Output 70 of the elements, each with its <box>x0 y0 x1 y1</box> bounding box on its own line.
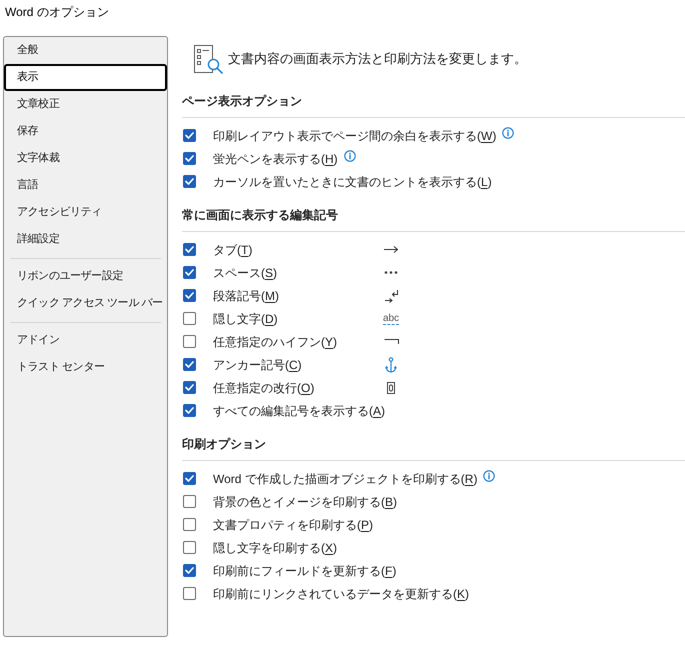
checkbox-label[interactable]: 印刷レイアウト表示でページ間の余白を表示する(W) <box>213 126 496 144</box>
checkbox[interactable] <box>183 243 196 256</box>
sidebar-item[interactable]: 言語 <box>4 172 167 199</box>
checkbox-label[interactable]: 蛍光ペンを表示する(H) <box>213 150 338 168</box>
checkbox-label[interactable]: Word で作成した描画オブジェクトを印刷する(R) <box>213 470 478 488</box>
checkbox-label[interactable]: 段落記号(M) <box>213 286 279 304</box>
checkbox-label[interactable]: すべての編集記号を表示する(A) <box>213 402 386 420</box>
description-text: 文書内容の画面表示方法と印刷方法を変更します。 <box>228 50 527 68</box>
checkbox[interactable] <box>183 381 196 394</box>
sidebar-item[interactable]: アクセシビリティ <box>4 199 167 226</box>
checkbox[interactable] <box>183 175 196 188</box>
checkbox-label[interactable]: 任意指定のハイフン(Y) <box>213 332 338 350</box>
checkbox-label[interactable]: カーソルを置いたときに文書のヒントを表示する(L) <box>213 172 492 190</box>
checkbox-label[interactable]: アンカー記号(C) <box>213 356 302 374</box>
sidebar-item[interactable]: 文字体裁 <box>4 145 167 172</box>
boxed-zero-icon <box>387 382 395 394</box>
sidebar-item[interactable]: 文章校正 <box>4 91 167 118</box>
checkmark-icon <box>185 567 194 574</box>
checkmark-icon <box>185 155 194 162</box>
sidebar-item[interactable]: 保存 <box>4 118 167 145</box>
checkmark-icon <box>185 246 194 253</box>
checkbox[interactable] <box>183 312 196 325</box>
checkbox-label[interactable]: タブ(T) <box>213 240 252 258</box>
checkbox-label[interactable]: 印刷前にフィールドを更新する(F) <box>213 562 396 580</box>
sidebar-item[interactable]: 全般 <box>4 37 167 64</box>
hidden-text-sample: abc <box>382 312 400 324</box>
checkbox[interactable] <box>183 495 196 508</box>
checkbox-label[interactable]: 隠し文字を印刷する(X) <box>213 538 338 556</box>
return-arrow-icon <box>384 288 398 302</box>
checkbox[interactable] <box>183 587 196 600</box>
sidebar-item[interactable]: アドイン <box>4 327 167 354</box>
checkmark-icon <box>185 132 194 139</box>
sidebar-item[interactable]: 表示 <box>4 64 167 91</box>
checkbox[interactable] <box>183 404 196 417</box>
document-search-icon <box>193 44 223 74</box>
checkbox[interactable] <box>183 358 196 371</box>
sidebar-item[interactable]: クイック アクセス ツール バー <box>4 290 167 317</box>
checkbox[interactable] <box>183 289 196 302</box>
checkbox-label[interactable]: 印刷前にリンクされているデータを更新する(K) <box>213 584 470 602</box>
section-heading: 常に画面に表示する編集記号 <box>182 207 338 223</box>
checkbox[interactable] <box>183 335 196 348</box>
anchor-icon <box>385 356 397 372</box>
checkbox-label[interactable]: 隠し文字(D) <box>213 310 278 328</box>
sidebar-item[interactable]: 詳細設定 <box>4 226 167 253</box>
checkmark-icon <box>185 475 194 482</box>
sidebar-item[interactable]: リボンのユーザー設定 <box>4 263 167 290</box>
checkmark-icon <box>185 269 194 276</box>
window-title: Word のオプション <box>5 4 109 21</box>
right-arrow-icon <box>383 245 399 254</box>
checkbox[interactable] <box>183 541 196 554</box>
checkmark-icon <box>185 407 194 414</box>
checkmark-icon <box>185 361 194 368</box>
checkmark-icon <box>185 292 194 299</box>
dots-icon <box>384 271 398 274</box>
sidebar-item[interactable]: トラスト センター <box>4 354 167 381</box>
section-heading: ページ表示オプション <box>182 93 302 109</box>
hook-icon <box>384 339 398 344</box>
checkmark-icon <box>185 178 194 185</box>
checkbox-label[interactable]: 任意指定の改行(O) <box>213 378 314 396</box>
checkmark-icon <box>185 384 194 391</box>
checkbox[interactable] <box>183 266 196 279</box>
checkbox[interactable] <box>183 518 196 531</box>
checkbox-label[interactable]: 文書プロパティを印刷する(P) <box>213 516 374 534</box>
checkbox[interactable] <box>183 152 196 165</box>
checkbox-label[interactable]: 背景の色とイメージを印刷する(B) <box>213 492 398 510</box>
checkbox[interactable] <box>183 564 196 577</box>
section-heading: 印刷オプション <box>182 436 266 452</box>
checkbox-label[interactable]: スペース(S) <box>213 264 278 282</box>
checkbox[interactable] <box>183 129 196 142</box>
checkbox[interactable] <box>183 472 196 485</box>
